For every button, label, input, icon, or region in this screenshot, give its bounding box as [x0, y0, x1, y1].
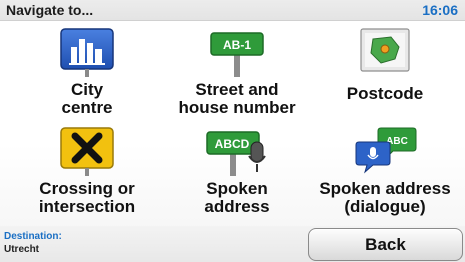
spoken-address-dialogue-button[interactable]: ABC Spoken address (dialogue) [308, 126, 462, 222]
city-skyline-icon [59, 27, 115, 77]
city-centre-label: City centre [61, 80, 113, 117]
spoken-address-label: Spoken address [204, 179, 270, 216]
top-bar: Navigate to... 16:06 [0, 0, 465, 21]
postcode-map-icon [355, 27, 415, 77]
microphone-icon [248, 141, 266, 172]
spoken-address-icon: ABCD [205, 126, 269, 178]
destination-value: Utrecht [4, 244, 40, 255]
postcode-button[interactable]: Postcode [308, 27, 462, 123]
street-house-number-button[interactable]: AB-1 Street and house number [160, 27, 314, 123]
destination-label: Destination: [4, 231, 62, 242]
crossing-intersection-button[interactable]: Crossing or intersection [10, 126, 164, 222]
crossing-intersection-label: Crossing or intersection [38, 179, 136, 216]
spoken-address-dialogue-label: Spoken address (dialogue) [319, 179, 451, 216]
city-centre-button[interactable]: City centre [10, 27, 164, 123]
spoken-dialogue-icon: ABC [353, 126, 417, 178]
crossing-icon [59, 126, 115, 176]
street-sign-text: AB-1 [223, 38, 251, 52]
spoken-address-button[interactable]: ABCD Spoken address [160, 126, 314, 222]
back-button[interactable]: Back [308, 228, 463, 261]
postcode-label: Postcode [346, 84, 424, 103]
clock: 16:06 [422, 2, 458, 18]
street-house-number-label: Street and house number [178, 80, 296, 117]
spoken-sign-text: ABCD [215, 137, 250, 151]
page-title: Navigate to... [6, 2, 94, 18]
street-sign-icon: AB-1 [207, 27, 267, 77]
